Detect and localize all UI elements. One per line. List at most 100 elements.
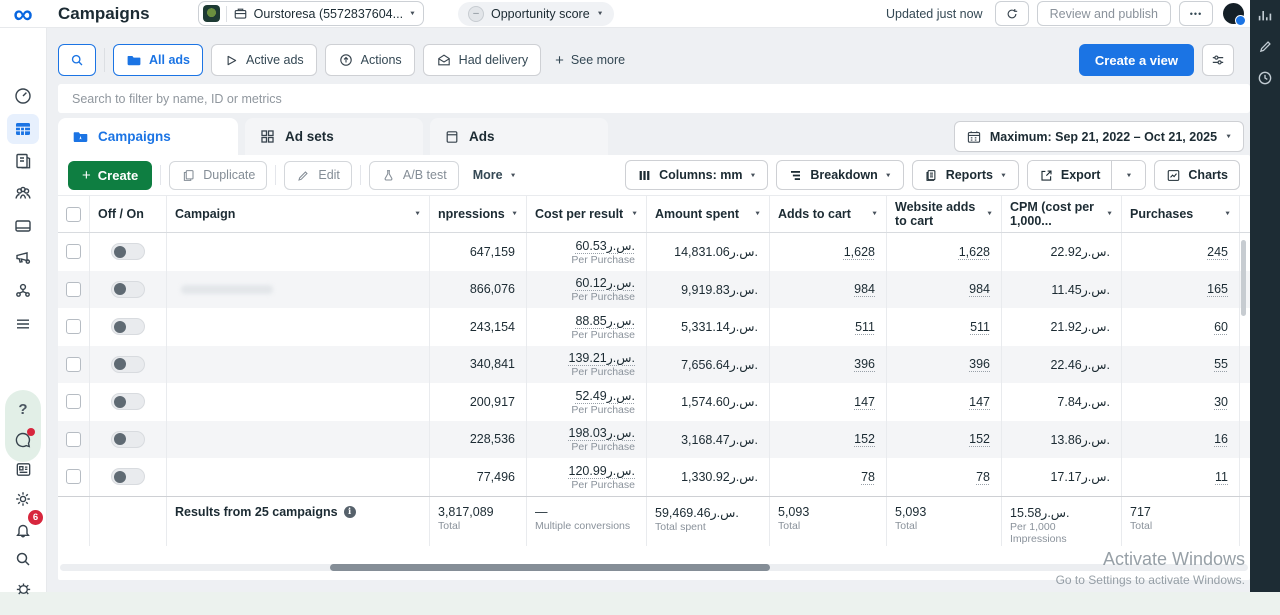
row-checkbox[interactable] [66,282,81,297]
website-adds-to-cart-cell-value[interactable]: 147 [969,395,990,409]
columns-dropdown[interactable]: Columns: mm ▼ [625,160,768,190]
more-actions-dropdown[interactable]: More ▼ [467,168,523,182]
opportunity-score-selector[interactable]: – Opportunity score ▼ [458,2,614,26]
campaign-toggle[interactable] [111,243,145,260]
filter-actions[interactable]: Actions [325,44,415,76]
refresh-button[interactable] [995,1,1029,26]
campaign-name-cell[interactable] [167,346,430,384]
purchases-cell-value[interactable]: 16 [1214,432,1228,446]
campaign-toggle[interactable] [111,356,145,373]
cost-per-result-cell-value[interactable]: 198.03ر.س. [569,425,635,440]
campaign-toggle[interactable] [111,431,145,448]
date-range-selector[interactable]: Maximum: Sep 21, 2022 – Oct 21, 2025 ▼ [954,121,1244,152]
filter-all-ads[interactable]: All ads [113,44,203,76]
website-adds-to-cart-cell-value[interactable]: 152 [969,432,990,446]
meta-logo-icon[interactable]: ∞ [0,3,46,25]
nav-item-assets[interactable] [10,277,36,303]
purchases-cell-value[interactable]: 60 [1214,320,1228,334]
nav-item-report-bug[interactable] [10,575,36,601]
review-and-publish-button[interactable]: Review and publish [1037,1,1171,26]
nav-item-updates[interactable] [10,456,36,482]
campaign-name-cell[interactable] [167,421,430,459]
website-adds-to-cart-cell-value[interactable]: 511 [970,320,990,334]
purchases-cell-value[interactable]: 11 [1215,470,1228,484]
column-header[interactable]: Off / On [90,196,167,232]
row-checkbox[interactable] [66,319,81,334]
ab-test-button[interactable]: A/B test [369,161,459,190]
campaign-toggle[interactable] [111,468,145,485]
campaign-toggle[interactable] [111,281,145,298]
nav-item-audiences[interactable] [10,180,36,206]
filter-active-ads[interactable]: Active ads [211,44,317,76]
nav-item-settings[interactable] [10,486,36,512]
edit-button[interactable]: Edit [284,161,352,190]
view-settings-button[interactable] [1202,44,1234,76]
nav-item-all-tools[interactable] [10,311,36,337]
cost-per-result-cell-value[interactable]: 60.53ر.س. [575,238,635,253]
campaign-name-cell[interactable] [167,233,430,271]
horizontal-scrollbar-thumb[interactable] [330,564,770,571]
export-options-button[interactable]: ▼ [1111,161,1145,189]
adds-to-cart-cell-value[interactable]: 396 [854,357,875,371]
column-header[interactable]: npressions▼ [430,196,527,232]
campaign-name-cell[interactable] [167,458,430,496]
tab-ads[interactable]: Ads [430,118,608,155]
chat-button[interactable] [12,429,34,451]
website-adds-to-cart-cell-value[interactable]: 396 [969,357,990,371]
row-checkbox[interactable] [66,394,81,409]
cost-per-result-cell-value[interactable]: 139.21ر.س. [569,350,635,365]
create-button[interactable]: + Create [68,161,152,190]
edit-pencil-icon[interactable] [1257,38,1274,55]
see-more-filters[interactable]: + See more [555,52,625,69]
search-input[interactable] [58,84,1250,113]
nav-item-billing[interactable] [10,213,36,239]
purchases-cell-value[interactable]: 55 [1214,357,1228,371]
nav-item-notifications[interactable]: 6 [10,517,36,543]
filter-had-delivery[interactable]: Had delivery [423,44,541,76]
website-adds-to-cart-cell-value[interactable]: 78 [976,470,990,484]
duplicate-button[interactable]: Duplicate [169,161,267,190]
nav-item-campaigns[interactable] [10,116,36,142]
adds-to-cart-cell-value[interactable]: 984 [854,282,875,296]
website-adds-to-cart-cell-value[interactable]: 984 [969,282,990,296]
tab-campaigns[interactable]: Campaigns [58,118,238,155]
campaign-name-cell[interactable] [167,383,430,421]
insights-chart-icon[interactable] [1256,6,1274,24]
export-button[interactable]: Export [1028,161,1112,189]
column-header[interactable]: Adds to cart▼ [770,196,887,232]
create-a-view-button[interactable]: Create a view [1079,44,1194,76]
row-checkbox[interactable] [66,357,81,372]
vertical-scrollbar-thumb[interactable] [1241,240,1246,316]
row-checkbox[interactable] [66,244,81,259]
select-all-checkbox[interactable] [66,207,81,222]
adds-to-cart-cell-value[interactable]: 78 [861,470,875,484]
more-options-button[interactable]: ••• [1179,1,1213,26]
horizontal-scrollbar[interactable] [60,564,1248,571]
history-clock-icon[interactable] [1256,69,1274,87]
column-header[interactable]: Amount spent▼ [647,196,770,232]
purchases-cell-value[interactable]: 165 [1207,282,1228,296]
purchases-cell-value[interactable]: 30 [1214,395,1228,409]
charts-button[interactable]: Charts [1154,160,1240,190]
nav-item-pages[interactable] [10,148,36,174]
nav-item-overview[interactable] [10,83,36,109]
campaign-toggle[interactable] [111,318,145,335]
campaign-name-cell[interactable] [167,271,430,309]
column-header[interactable]: Purchases▼ [1122,196,1240,232]
column-header[interactable]: CPM (cost per 1,000...▼ [1002,196,1122,232]
column-header[interactable]: Campaign▼ [167,196,430,232]
row-checkbox[interactable] [66,432,81,447]
cost-per-result-cell-value[interactable]: 60.12ر.س. [575,275,635,290]
row-checkbox[interactable] [66,469,81,484]
help-button[interactable]: ? [18,401,27,418]
cost-per-result-cell-value[interactable]: 88.85ر.س. [575,313,635,328]
campaign-name-cell[interactable] [167,308,430,346]
user-avatar[interactable] [1223,3,1244,24]
business-account-selector[interactable]: Ourstoresa (5572837604... ▼ [198,1,424,26]
adds-to-cart-cell-value[interactable]: 1,628 [844,245,875,259]
adds-to-cart-cell-value[interactable]: 511 [855,320,875,334]
nav-item-ads-tools[interactable] [10,244,36,270]
reports-dropdown[interactable]: Reports ▼ [912,160,1019,190]
purchases-cell-value[interactable]: 245 [1207,245,1228,259]
website-adds-to-cart-cell-value[interactable]: 1,628 [959,245,990,259]
